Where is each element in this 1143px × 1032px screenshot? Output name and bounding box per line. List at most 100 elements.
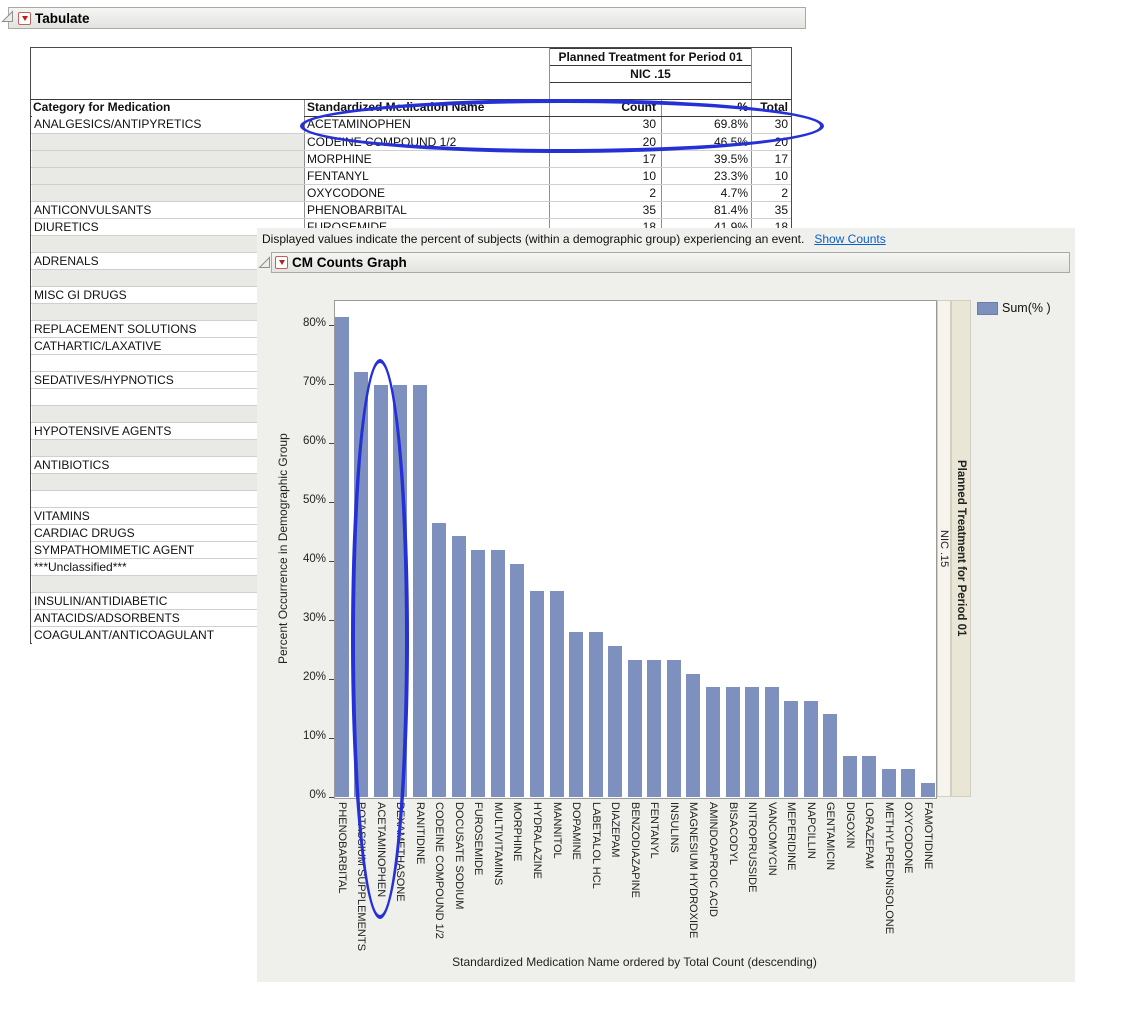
bar-ranitidine[interactable] bbox=[413, 385, 427, 797]
x-tick-label: DEXAMETHASONE bbox=[393, 802, 407, 902]
bar-diazepam[interactable] bbox=[608, 646, 622, 797]
page: Tabulate Planned Treatment for Period 01… bbox=[0, 0, 1143, 1032]
bar-methylprednisolone[interactable] bbox=[882, 769, 896, 797]
bar-potassium-supplements[interactable] bbox=[354, 372, 368, 797]
cm-graph-disclosure-triangle-icon[interactable] bbox=[258, 256, 271, 269]
bar-amindoaproic-acid[interactable] bbox=[706, 687, 720, 797]
total-cell: 17 bbox=[752, 151, 788, 168]
col-header-count: Count bbox=[550, 99, 656, 116]
x-tick-label: CODEINE COMPOUND 1/2 bbox=[432, 802, 446, 939]
bar-oxycodone[interactable] bbox=[901, 769, 915, 797]
bar-meperidine[interactable] bbox=[784, 701, 798, 797]
bar-multivitamins[interactable] bbox=[491, 550, 505, 797]
x-tick-label: LORAZEPAM bbox=[862, 802, 876, 869]
total-cell: 30 bbox=[752, 116, 788, 133]
bar-insulins[interactable] bbox=[667, 660, 681, 797]
count-cell: 10 bbox=[550, 168, 656, 185]
x-tick-label: NITROPRUSSIDE bbox=[745, 802, 759, 892]
bar-labetalol-hcl[interactable] bbox=[589, 632, 603, 797]
col-header-total: Total bbox=[752, 99, 788, 116]
x-tick-label: PHENOBARBITAL bbox=[335, 802, 349, 894]
y-tick-label: 60% bbox=[288, 435, 326, 447]
x-tick-label: FENTANYL bbox=[647, 802, 661, 859]
x-tick-label: DIGOXIN bbox=[843, 802, 857, 848]
x-tick-label: NAPCILLIN bbox=[804, 802, 818, 859]
y-tick-mark bbox=[329, 502, 334, 503]
show-counts-link[interactable]: Show Counts bbox=[814, 232, 885, 246]
percent-cell: 23.3% bbox=[662, 168, 748, 185]
x-tick-label: RANITIDINE bbox=[413, 802, 427, 864]
medication-name-cell: OXYCODONE bbox=[305, 185, 549, 202]
tabulate-red-triangle-menu-icon[interactable] bbox=[18, 12, 31, 25]
x-tick-label: MORPHINE bbox=[510, 802, 524, 861]
bar-digoxin[interactable] bbox=[843, 756, 857, 797]
y-tick-label: 20% bbox=[288, 671, 326, 683]
y-axis-title: Percent Occurrence in Demographic Group bbox=[274, 300, 292, 797]
y-tick-label: 70% bbox=[288, 376, 326, 388]
legend-swatch-icon[interactable] bbox=[977, 302, 998, 315]
percent-cell: 39.5% bbox=[662, 151, 748, 168]
x-tick-label: INSULINS bbox=[667, 802, 681, 853]
total-cell: 10 bbox=[752, 168, 788, 185]
x-tick-label: DOCUSATE SODIUM bbox=[452, 802, 466, 909]
bar-nitroprusside[interactable] bbox=[745, 687, 759, 797]
x-tick-label: MEPERIDINE bbox=[784, 802, 798, 870]
bar-famotidine[interactable] bbox=[921, 783, 935, 797]
empty-span-header bbox=[549, 82, 752, 100]
x-tick-label: VANCOMYCIN bbox=[765, 802, 779, 876]
y-tick-label: 30% bbox=[288, 612, 326, 624]
count-cell: 30 bbox=[550, 116, 656, 133]
medication-name-cell: ACETAMINOPHEN bbox=[305, 116, 549, 133]
cm-graph-red-triangle-menu-icon[interactable] bbox=[275, 256, 288, 269]
x-tick-label: OXYCODONE bbox=[901, 802, 915, 874]
table-row: FENTANYL1023.3%10 bbox=[31, 167, 791, 184]
x-axis-title: Standardized Medication Name ordered by … bbox=[334, 955, 935, 969]
tabulate-disclosure-triangle-icon[interactable] bbox=[1, 10, 14, 23]
percent-cell: 69.8% bbox=[662, 116, 748, 133]
bar-dexamethasone[interactable] bbox=[393, 385, 407, 797]
x-tick-label: MULTIVITAMINS bbox=[491, 802, 505, 885]
x-tick-label: MAGNESIUM HYDROXIDE bbox=[686, 802, 700, 938]
y-tick-label: 40% bbox=[288, 553, 326, 565]
table-row: OXYCODONE24.7%2 bbox=[31, 184, 791, 201]
y-tick-label: 10% bbox=[288, 730, 326, 742]
group-span-header: NIC .15 bbox=[549, 65, 752, 83]
bar-docusate-sodium[interactable] bbox=[452, 536, 466, 797]
y-tick-label: 80% bbox=[288, 317, 326, 329]
x-tick-label: DIAZEPAM bbox=[608, 802, 622, 857]
legend-label: Sum(% ) bbox=[1002, 301, 1051, 315]
group-header-label: Planned Treatment for Period 01 bbox=[955, 460, 967, 636]
table-row: ANALGESICS/ANTIPYRETICSACETAMINOPHEN3069… bbox=[31, 116, 791, 133]
x-tick-label: DOPAMINE bbox=[569, 802, 583, 860]
bar-vancomycin[interactable] bbox=[765, 687, 779, 797]
bar-bisacodyl[interactable] bbox=[726, 687, 740, 797]
y-tick-label: 50% bbox=[288, 494, 326, 506]
total-cell: 20 bbox=[752, 134, 788, 151]
bar-benzodiazapine[interactable] bbox=[628, 660, 642, 797]
y-tick-label: 0% bbox=[288, 789, 326, 801]
medication-name-cell: FENTANYL bbox=[305, 168, 549, 185]
bar-furosemide[interactable] bbox=[471, 550, 485, 797]
bar-napcillin[interactable] bbox=[804, 701, 818, 797]
bar-phenobarbital[interactable] bbox=[335, 317, 349, 797]
bar-morphine[interactable] bbox=[510, 564, 524, 797]
bar-gentamicin[interactable] bbox=[823, 714, 837, 797]
group-level-strip: NIC .15 bbox=[937, 300, 951, 797]
tabulate-title: Tabulate bbox=[35, 11, 90, 26]
category-cell bbox=[32, 185, 304, 202]
bar-codeine-compound-1-2[interactable] bbox=[432, 523, 446, 797]
bar-hydralazine[interactable] bbox=[530, 591, 544, 797]
bar-fentanyl[interactable] bbox=[647, 660, 661, 797]
x-tick-label: BENZODIAZAPINE bbox=[628, 802, 642, 898]
bar-dopamine[interactable] bbox=[569, 632, 583, 797]
medication-name-cell: MORPHINE bbox=[305, 151, 549, 168]
group-header-strip: Planned Treatment for Period 01 bbox=[951, 300, 971, 797]
bar-mannitol[interactable] bbox=[550, 591, 564, 797]
bar-acetaminophen[interactable] bbox=[374, 385, 388, 797]
bar-magnesium-hydroxide[interactable] bbox=[686, 674, 700, 797]
category-cell: ANALGESICS/ANTIPYRETICS bbox=[32, 116, 304, 133]
col-header-category: Category for Medication bbox=[33, 99, 293, 116]
bar-lorazepam[interactable] bbox=[862, 756, 876, 797]
x-tick-label: FAMOTIDINE bbox=[921, 802, 935, 869]
note-line: Displayed values indicate the percent of… bbox=[262, 232, 886, 246]
